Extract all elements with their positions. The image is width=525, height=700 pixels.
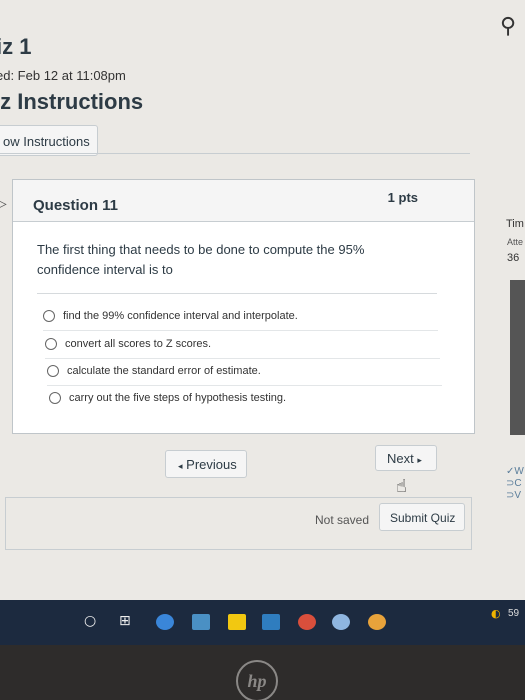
answer-label: find the 99% confidence interval and int…: [63, 310, 298, 322]
weather-icon[interactable]: ◐: [491, 607, 501, 620]
hp-logo: hp: [236, 660, 278, 700]
chevron-left-icon: ◂: [178, 461, 183, 471]
quiz-title: iz 1: [0, 34, 32, 59]
sidebar-question-link[interactable]: ✓W: [506, 466, 524, 477]
question-points: 1 pts: [387, 190, 418, 205]
due-date: ed: Feb 12 at 11:08pm: [0, 68, 126, 83]
save-status: Not saved: [315, 513, 370, 527]
answer-option-4[interactable]: carry out the five steps of hypothesis t…: [49, 392, 286, 404]
sidebar-question-link[interactable]: ⊃C: [506, 478, 522, 489]
temperature: 59: [508, 608, 520, 619]
hand-cursor-icon: ☝: [396, 476, 407, 497]
sidebar-attempt-number: 36: [507, 252, 520, 264]
question-header: Question 11 1 pts: [13, 180, 474, 222]
divider: [43, 330, 438, 331]
search-icon[interactable]: ⚲: [500, 14, 524, 39]
sidebar-attempt-label: Atte: [507, 237, 524, 247]
answer-label: calculate the standard error of estimate…: [67, 365, 261, 377]
divider: [45, 358, 440, 359]
chrome-icon[interactable]: [298, 614, 316, 630]
radio-button[interactable]: [49, 392, 61, 404]
chevron-right-icon: ▸: [417, 455, 422, 465]
divider: [0, 153, 470, 154]
answer-option-1[interactable]: find the 99% confidence interval and int…: [43, 310, 298, 322]
answer-option-2[interactable]: convert all scores to Z scores.: [45, 338, 211, 350]
submit-panel: Not saved Submit Quiz: [5, 497, 472, 550]
radio-button[interactable]: [43, 310, 55, 322]
answer-label: convert all scores to Z scores.: [65, 338, 212, 350]
next-button[interactable]: Next ▸: [375, 445, 437, 471]
submit-quiz-button[interactable]: Submit Quiz: [379, 503, 465, 531]
question-card: Question 11 1 pts The first thing that n…: [12, 179, 475, 434]
sidebar-panel: [510, 280, 525, 435]
question-title: Question 11: [33, 197, 119, 214]
previous-button[interactable]: ◂ Previous: [165, 450, 247, 478]
show-instructions-button[interactable]: ow Instructions: [0, 125, 98, 156]
divider: [47, 385, 442, 386]
next-label: Next: [387, 451, 414, 466]
radio-button[interactable]: [45, 338, 57, 350]
store-icon[interactable]: [262, 614, 280, 630]
question-flag-icon[interactable]: ▷: [0, 196, 12, 212]
answer-label: carry out the five steps of hypothesis t…: [69, 392, 287, 404]
sidebar-timer-label: Tim: [506, 218, 524, 230]
answer-option-3[interactable]: calculate the standard error of estimate…: [47, 365, 261, 377]
radio-button[interactable]: [47, 365, 59, 377]
mail-icon[interactable]: [192, 614, 210, 630]
file-explorer-icon[interactable]: [228, 614, 246, 630]
question-text: The first thing that needs to be done to…: [37, 242, 365, 277]
app-icon[interactable]: [332, 614, 350, 630]
sidebar-question-link[interactable]: ⊃V: [506, 490, 521, 501]
instructions-heading: iz Instructions: [0, 89, 144, 114]
firefox-icon[interactable]: [368, 614, 386, 630]
search-circle-icon[interactable]: ○: [84, 613, 96, 629]
task-view-icon[interactable]: ⊞: [119, 613, 131, 629]
taskbar: ○ ⊞ ◐ 59: [0, 600, 525, 645]
browser-screen: ⚲ iz 1 ed: Feb 12 at 11:08pm iz Instruct…: [0, 0, 525, 605]
edge-browser-icon[interactable]: [156, 614, 174, 630]
previous-label: Previous: [186, 457, 237, 472]
divider: [37, 293, 437, 294]
